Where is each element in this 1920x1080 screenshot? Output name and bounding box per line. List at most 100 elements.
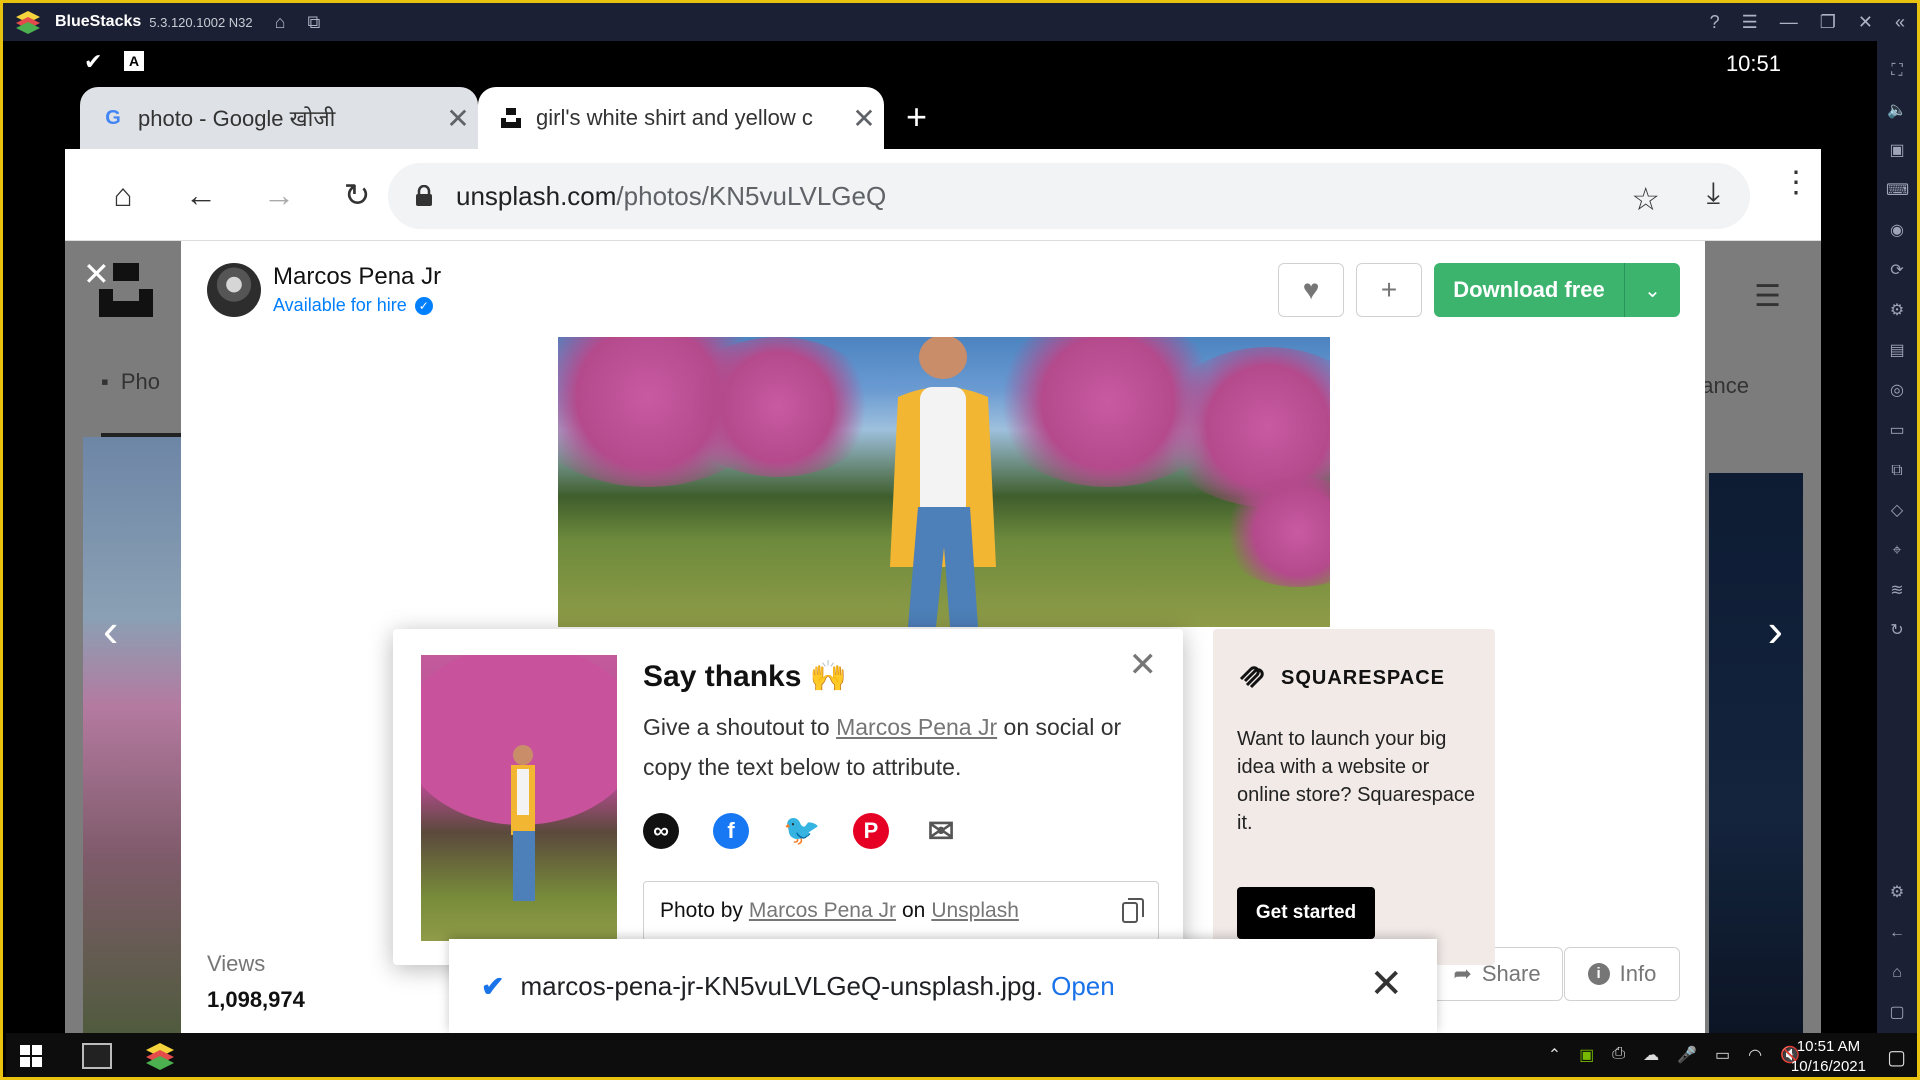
multi-instance-icon[interactable]: ⧉ [308, 12, 321, 33]
fullscreen-icon[interactable]: ⛶ [1886, 60, 1908, 82]
reload-icon[interactable]: ↻ [337, 175, 377, 215]
bluestacks-logo-icon [16, 11, 40, 34]
close-tab-icon[interactable]: ✕ [844, 102, 884, 135]
new-tab-icon[interactable]: + [906, 99, 927, 135]
attribution-site-link[interactable]: Unsplash [931, 899, 1019, 923]
close-icon[interactable]: ✕ [1858, 12, 1873, 33]
record-icon[interactable]: ◉ [1886, 220, 1908, 242]
add-to-collection-button[interactable]: + [1356, 263, 1422, 317]
pinterest-icon[interactable]: P [853, 813, 889, 849]
status-clock: 10:51 [1725, 51, 1781, 76]
photos-tab[interactable]: ▪ Pho [101, 369, 160, 395]
home-icon[interactable]: ⌂ [275, 12, 286, 33]
microphone-icon[interactable]: 🎤 [1677, 1045, 1697, 1065]
home-button-icon[interactable]: ⌂ [103, 175, 143, 215]
android-home-icon[interactable]: ⌂ [1886, 962, 1908, 984]
onedrive-icon[interactable]: ☁ [1643, 1045, 1659, 1065]
url-host: unsplash.com [456, 180, 617, 211]
recents-icon[interactable]: ▢ [1886, 1002, 1908, 1024]
wifi-icon[interactable]: ◠ [1748, 1045, 1762, 1065]
terminal-app-icon[interactable] [82, 1043, 112, 1069]
ad-brand: SQUARESPACE [1237, 665, 1445, 691]
sync-icon[interactable]: ↻ [1886, 620, 1908, 642]
dismiss-download-icon[interactable]: ✕ [1369, 961, 1403, 1007]
multi-instance-sidebar-icon[interactable]: ⧉ [1886, 460, 1908, 482]
open-download-link[interactable]: Open [1051, 971, 1115, 1002]
shoutout-text: Give a shoutout to Marcos Pena Jr on soc… [643, 707, 1163, 787]
previous-arrow-icon[interactable]: ‹ [103, 603, 118, 657]
restore-icon[interactable]: ❐ [1820, 12, 1836, 33]
chevron-down-icon[interactable]: ⌄ [1625, 278, 1680, 303]
main-photo[interactable] [558, 337, 1330, 627]
tab-google-search[interactable]: G photo - Google खोजी ✕ [80, 87, 478, 149]
author-name[interactable]: Marcos Pena Jr [273, 263, 441, 291]
bluestacks-taskbar-icon[interactable] [144, 1041, 176, 1071]
windows-taskbar: ⌃ ▣ ⎙ ☁ 🎤 ▭ ◠ 🔇 10:51 AM 10/16/2021 ▢ [6, 1033, 1917, 1077]
author-link[interactable]: Marcos Pena Jr [836, 714, 997, 740]
attribution-text-box[interactable]: Photo by Marcos Pena Jr on Unsplash [643, 881, 1159, 941]
previous-photo-thumbnail [83, 437, 181, 1033]
avatar[interactable] [207, 263, 261, 317]
address-bar[interactable]: unsplash.com/photos/KN5vuLVLGeQ ☆ ⤓ [388, 163, 1750, 229]
nvidia-icon[interactable]: ▣ [1579, 1045, 1594, 1065]
hire-label: Available for hire [273, 295, 407, 315]
tab-title: photo - Google खोजी [138, 106, 336, 131]
like-button[interactable]: ♥ [1278, 263, 1344, 317]
location-icon[interactable]: ⌖ [1886, 540, 1908, 562]
attribution-author-link[interactable]: Marcos Pena Jr [749, 899, 896, 923]
mail-icon[interactable]: ✉ [923, 813, 959, 849]
hamburger-menu-icon[interactable]: ☰ [1754, 279, 1781, 314]
next-arrow-icon[interactable]: › [1768, 603, 1783, 657]
show-hidden-icons-icon[interactable]: ⌃ [1548, 1045, 1561, 1065]
close-popup-icon[interactable]: ✕ [1129, 645, 1158, 685]
squarespace-ad[interactable]: SQUARESPACE Want to launch your big idea… [1213, 629, 1495, 965]
bluestacks-title-bar: BlueStacks 5.3.120.1002 N32 ⌂ ⧉ ? ☰ — ❐ … [3, 3, 1917, 41]
close-tab-icon[interactable]: ✕ [438, 102, 478, 135]
more-menu-icon[interactable]: ⋮ [1781, 168, 1811, 198]
volume-icon[interactable]: 🔈 [1886, 100, 1908, 122]
facebook-icon[interactable]: f [713, 813, 749, 849]
settings-icon[interactable]: ⚙ [1886, 882, 1908, 904]
download-complete-bar: ✔ marcos-pena-jr-KN5vuLVLGeQ-unsplash.jp… [449, 939, 1437, 1033]
menu-icon[interactable]: ☰ [1742, 12, 1758, 33]
screenshot-icon[interactable]: ◎ [1886, 380, 1908, 402]
available-for-hire[interactable]: Available for hire ✓ [273, 295, 433, 316]
notification-center-icon[interactable]: ▢ [1887, 1045, 1906, 1070]
download-free-button[interactable]: Download free ⌄ [1434, 263, 1680, 317]
check-notification-icon: ✔ [84, 49, 103, 74]
tab-unsplash[interactable]: girl's white shirt and yellow c ✕ [478, 87, 884, 149]
rotate-icon[interactable]: ⟳ [1886, 260, 1908, 282]
download-icon[interactable]: ⤓ [1707, 177, 1720, 211]
apk-icon[interactable]: ▤ [1886, 340, 1908, 362]
info-button[interactable]: i Info [1564, 947, 1680, 1001]
macro-icon[interactable]: ⚙ [1886, 300, 1908, 322]
back-icon[interactable]: ← [1886, 922, 1908, 944]
help-icon[interactable]: ? [1710, 12, 1720, 33]
layers-icon[interactable]: ≋ [1886, 580, 1908, 602]
forward-arrow-icon[interactable]: → [259, 175, 299, 215]
unsplash-logo-icon [99, 263, 153, 317]
collapse-sidebar-icon[interactable]: « [1895, 12, 1905, 33]
bookmark-star-icon[interactable]: ☆ [1631, 180, 1660, 218]
folder-icon[interactable]: ▭ [1886, 420, 1908, 442]
tab-strip: G photo - Google खोजी ✕ girl's white shi… [6, 83, 1843, 149]
minimize-icon[interactable]: — [1780, 12, 1798, 33]
copy-icon[interactable] [1122, 898, 1144, 924]
google-favicon-icon: G [105, 107, 121, 129]
battery-icon[interactable]: ▭ [1715, 1045, 1730, 1065]
views-count: 1,098,974 [207, 987, 305, 1012]
media-icon[interactable]: ▣ [1886, 140, 1908, 162]
windows-start-icon[interactable] [20, 1045, 42, 1067]
twitter-icon[interactable]: 🐦 [783, 813, 820, 849]
info-icon: i [1587, 963, 1610, 985]
back-arrow-icon[interactable]: ← [181, 175, 221, 215]
plus-icon: + [1380, 274, 1398, 305]
meet-now-icon[interactable]: ⎙ [1612, 1045, 1625, 1065]
link-icon[interactable]: ∞ [643, 813, 679, 849]
keyboard-icon[interactable]: ⌨ [1886, 180, 1909, 202]
background-tab-label[interactable]: ance [1701, 373, 1749, 399]
eco-icon[interactable]: ◇ [1886, 500, 1908, 522]
taskbar-clock[interactable]: 10:51 AM 10/16/2021 [1791, 1037, 1866, 1077]
get-started-button[interactable]: Get started [1237, 887, 1375, 939]
shoutout-prefix: Give a shoutout to [643, 714, 830, 740]
